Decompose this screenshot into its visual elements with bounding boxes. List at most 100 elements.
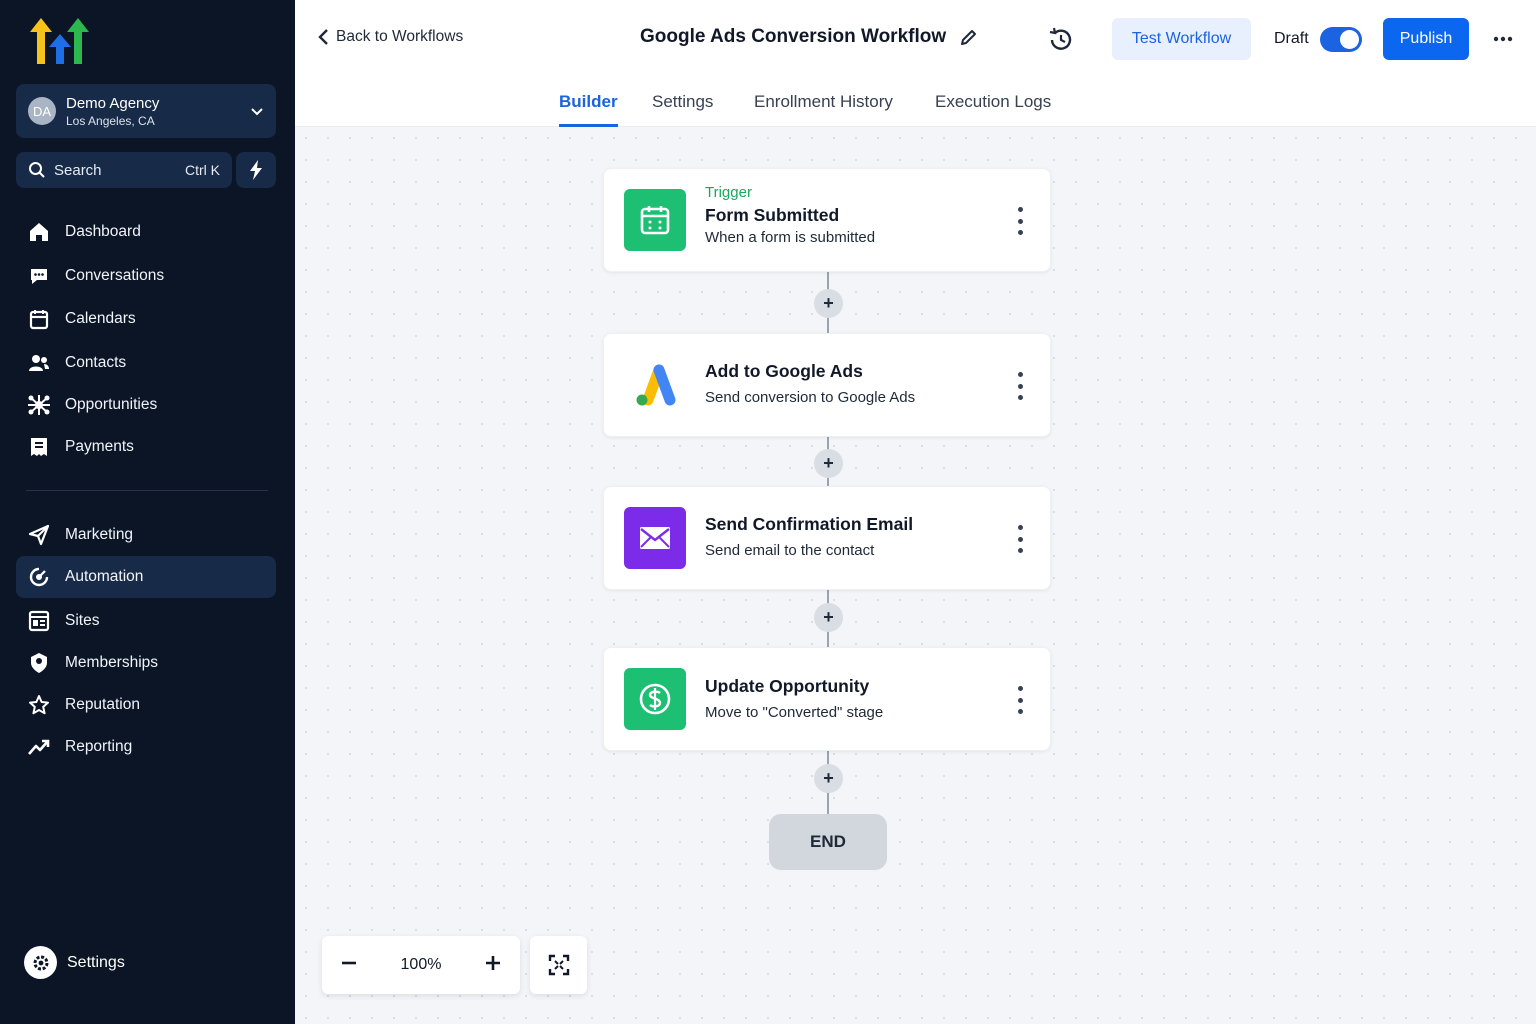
tab-enrollment-history[interactable]: Enrollment History bbox=[754, 92, 893, 127]
nav-reporting[interactable]: Reporting bbox=[16, 726, 276, 768]
avatar: DA bbox=[28, 97, 56, 125]
plus-icon bbox=[485, 955, 500, 970]
publish-button[interactable]: Publish bbox=[1383, 18, 1469, 60]
workflow-step-trigger[interactable]: Trigger Form Submitted When a form is su… bbox=[603, 168, 1051, 272]
step-menu-icon[interactable] bbox=[1012, 686, 1028, 714]
nav-calendars[interactable]: Calendars bbox=[16, 298, 276, 340]
nav-marketing[interactable]: Marketing bbox=[16, 514, 276, 556]
pencil-icon[interactable] bbox=[960, 28, 978, 46]
nav-label: Memberships bbox=[65, 654, 159, 671]
zoom-controls: 100% bbox=[322, 936, 520, 994]
add-step-button[interactable]: + bbox=[814, 289, 843, 318]
step-subtitle: Move to "Converted" stage bbox=[705, 704, 884, 721]
fit-to-screen-button[interactable] bbox=[530, 936, 587, 994]
tab-execution-logs[interactable]: Execution Logs bbox=[935, 92, 1051, 127]
step-kicker: Trigger bbox=[705, 184, 752, 201]
agency-switcher[interactable]: DA Demo Agency Los Angeles, CA bbox=[16, 84, 276, 138]
home-icon bbox=[27, 220, 51, 244]
step-subtitle: When a form is submitted bbox=[705, 229, 876, 246]
nav-label: Automation bbox=[65, 568, 144, 585]
zoom-out-button[interactable] bbox=[340, 954, 358, 977]
add-step-button[interactable]: + bbox=[814, 764, 843, 793]
nav-reputation[interactable]: Reputation bbox=[16, 684, 276, 726]
nav-conversations[interactable]: Conversations bbox=[16, 255, 276, 297]
step-subtitle: Send conversion to Google Ads bbox=[705, 389, 916, 406]
sidebar-divider bbox=[26, 490, 268, 491]
nav-sites[interactable]: Sites bbox=[16, 600, 276, 642]
nav-contacts[interactable]: Contacts bbox=[16, 342, 276, 384]
search-button[interactable]: Search Ctrl K bbox=[16, 152, 232, 188]
nav-automation[interactable]: Automation bbox=[16, 556, 276, 598]
fit-screen-icon bbox=[548, 954, 569, 976]
contacts-icon bbox=[27, 351, 51, 375]
chat-icon bbox=[27, 264, 51, 288]
gear-icon bbox=[24, 946, 57, 979]
step-title: Form Submitted bbox=[705, 205, 840, 225]
dollar-icon bbox=[624, 668, 686, 730]
tab-settings[interactable]: Settings bbox=[652, 92, 713, 127]
quick-actions-button[interactable] bbox=[236, 152, 276, 188]
workflow-step-send-email[interactable]: Send Confirmation Email Send email to th… bbox=[603, 486, 1051, 590]
nav-opportunities[interactable]: Opportunities bbox=[16, 384, 276, 426]
step-menu-icon[interactable] bbox=[1012, 525, 1028, 553]
trend-icon bbox=[27, 735, 51, 759]
more-options-icon[interactable] bbox=[1491, 28, 1515, 50]
nav-dashboard[interactable]: Dashboard bbox=[16, 211, 276, 253]
add-step-button[interactable]: + bbox=[814, 603, 843, 632]
automation-icon bbox=[27, 565, 51, 589]
back-label: Back to Workflows bbox=[336, 28, 464, 45]
calendar-icon bbox=[624, 189, 686, 251]
nav-label: Payments bbox=[65, 438, 134, 455]
sidebar: DA Demo Agency Los Angeles, CA Search Ct… bbox=[0, 0, 295, 1024]
agency-name: Demo Agency bbox=[66, 94, 160, 112]
lightning-icon bbox=[250, 160, 262, 180]
zoom-in-button[interactable] bbox=[484, 954, 502, 977]
app-logo[interactable] bbox=[28, 16, 94, 66]
send-icon bbox=[27, 523, 51, 547]
calendar-icon bbox=[27, 307, 51, 331]
step-menu-icon[interactable] bbox=[1012, 207, 1028, 235]
draft-label: Draft bbox=[1274, 30, 1309, 47]
minus-icon bbox=[342, 961, 356, 964]
workflow-title: Google Ads Conversion Workflow bbox=[640, 26, 978, 48]
history-icon[interactable] bbox=[1047, 26, 1075, 54]
settings-label: Settings bbox=[67, 953, 125, 971]
star-icon bbox=[27, 693, 51, 717]
sidebar-settings[interactable]: Settings bbox=[24, 946, 125, 979]
search-label: Search bbox=[54, 161, 102, 179]
step-subtitle: Send email to the contact bbox=[705, 542, 875, 559]
page-title: Google Ads Conversion Workflow bbox=[640, 26, 947, 47]
step-title: Send Confirmation Email bbox=[705, 514, 914, 534]
workflow-header: Back to Workflows Google Ads Conversion … bbox=[295, 0, 1536, 80]
nav-label: Marketing bbox=[65, 526, 134, 543]
search-shortcut: Ctrl K bbox=[185, 162, 220, 178]
nav-payments[interactable]: Payments bbox=[16, 426, 276, 468]
nav-label: Contacts bbox=[65, 354, 127, 371]
mail-icon bbox=[624, 507, 686, 569]
workflow-step-update-opportunity[interactable]: Update Opportunity Move to "Converted" s… bbox=[603, 647, 1051, 751]
tab-builder[interactable]: Builder bbox=[559, 92, 618, 127]
step-menu-icon[interactable] bbox=[1012, 372, 1028, 400]
memberships-icon bbox=[27, 651, 51, 675]
nav-label: Conversations bbox=[65, 267, 165, 284]
workflow-tabs: Builder Settings Enrollment History Exec… bbox=[295, 80, 1536, 127]
nav-label: Dashboard bbox=[65, 223, 141, 240]
payments-icon bbox=[27, 435, 51, 459]
chevron-down-icon bbox=[251, 108, 263, 116]
search-icon bbox=[29, 162, 45, 178]
test-workflow-button[interactable]: Test Workflow bbox=[1112, 18, 1251, 60]
nav-memberships[interactable]: Memberships bbox=[16, 642, 276, 684]
sites-icon bbox=[27, 609, 51, 633]
workflow-step-google-ads[interactable]: Add to Google Ads Send conversion to Goo… bbox=[603, 333, 1051, 437]
nav-label: Opportunities bbox=[65, 396, 158, 413]
workflow-end-node: END bbox=[769, 814, 887, 870]
back-to-workflows-link[interactable]: Back to Workflows bbox=[317, 28, 463, 46]
add-step-button[interactable]: + bbox=[814, 449, 843, 478]
google-ads-icon bbox=[624, 354, 686, 416]
draft-toggle[interactable] bbox=[1320, 27, 1362, 52]
step-title: Update Opportunity bbox=[705, 676, 870, 696]
nav-label: Reputation bbox=[65, 696, 140, 713]
nav-label: Sites bbox=[65, 612, 100, 629]
agency-location: Los Angeles, CA bbox=[66, 113, 155, 128]
zoom-level: 100% bbox=[400, 956, 442, 973]
